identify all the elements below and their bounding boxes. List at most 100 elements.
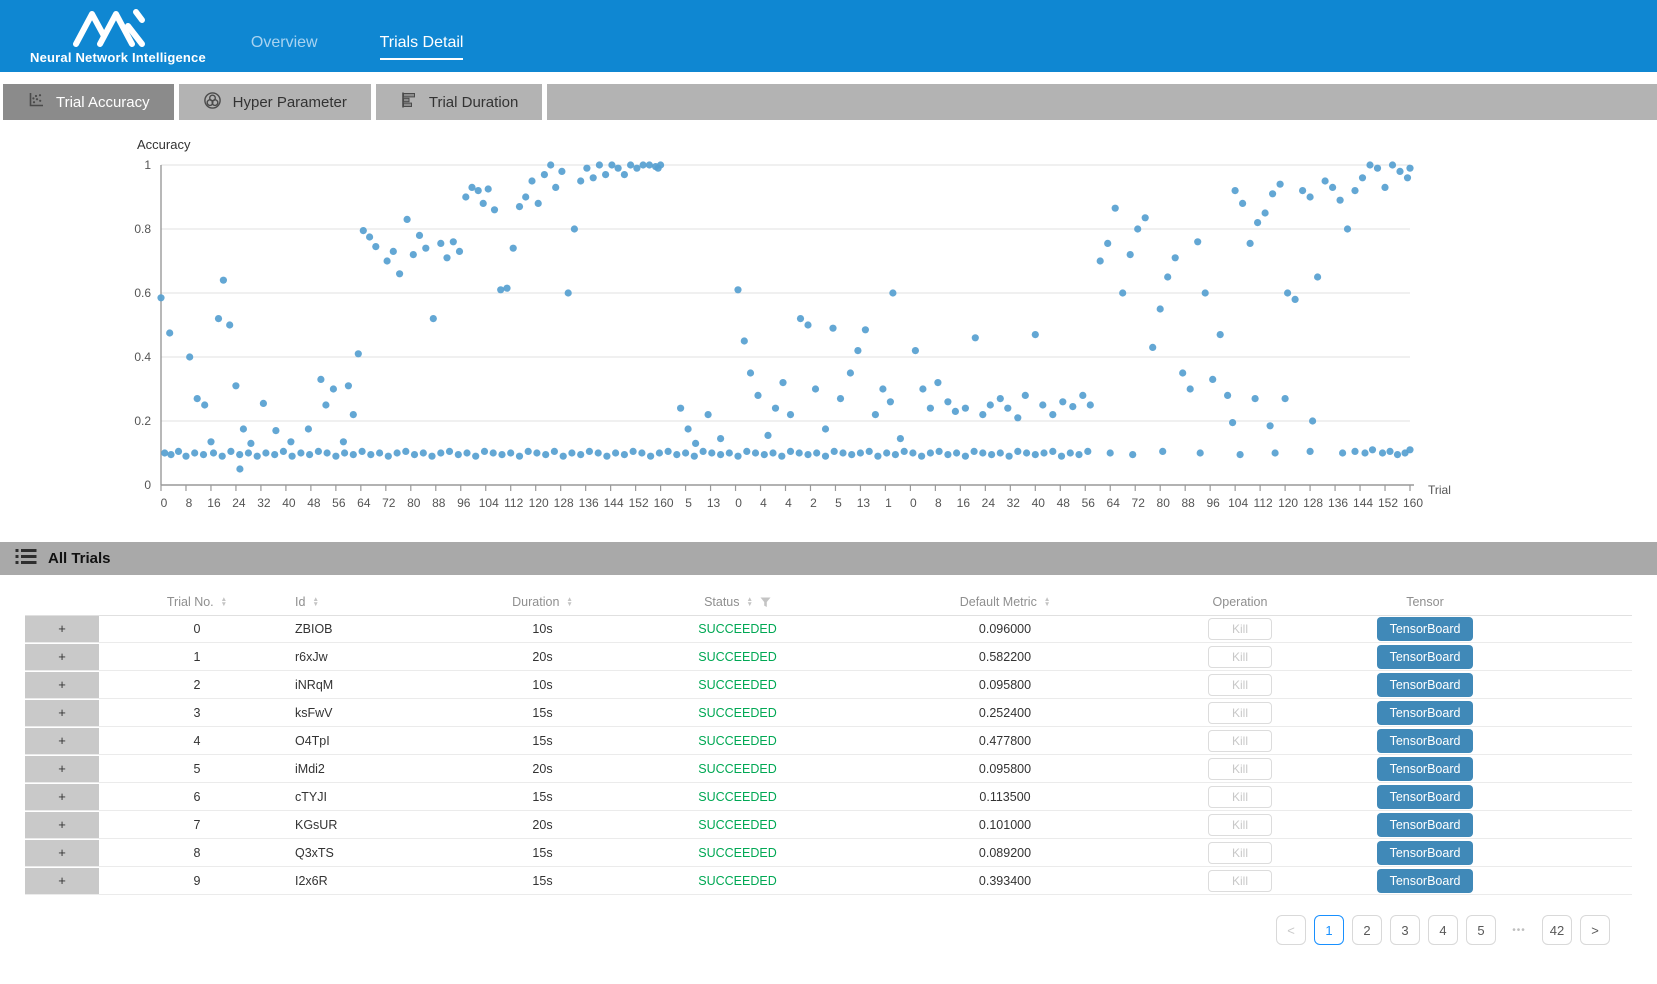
scatter-point[interactable] bbox=[1187, 385, 1194, 392]
scatter-point[interactable] bbox=[734, 453, 741, 460]
scatter-point[interactable] bbox=[1351, 448, 1358, 455]
scatter-point[interactable] bbox=[708, 449, 715, 456]
scatter-point[interactable] bbox=[305, 425, 312, 432]
scatter-point[interactable] bbox=[1014, 414, 1021, 421]
scatter-point[interactable] bbox=[1104, 240, 1111, 247]
scatter-point[interactable] bbox=[194, 395, 201, 402]
scatter-point[interactable] bbox=[1006, 453, 1013, 460]
scatter-point[interactable] bbox=[797, 315, 804, 322]
scatter-point[interactable] bbox=[1379, 449, 1386, 456]
scatter-point[interactable] bbox=[1157, 305, 1164, 312]
scatter-point[interactable] bbox=[560, 453, 567, 460]
scatter-point[interactable] bbox=[350, 451, 357, 458]
scatter-point[interactable] bbox=[831, 448, 838, 455]
scatter-point[interactable] bbox=[979, 449, 986, 456]
scatter-point[interactable] bbox=[396, 270, 403, 277]
scatter-point[interactable] bbox=[1374, 165, 1381, 172]
scatter-point[interactable] bbox=[646, 161, 653, 168]
scatter-point[interactable] bbox=[1232, 187, 1239, 194]
scatter-point[interactable] bbox=[430, 315, 437, 322]
scatter-point[interactable] bbox=[1284, 289, 1291, 296]
scatter-point[interactable] bbox=[1351, 187, 1358, 194]
scatter-point[interactable] bbox=[754, 392, 761, 399]
scatter-point[interactable] bbox=[608, 161, 615, 168]
kill-button[interactable]: Kill bbox=[1208, 814, 1272, 836]
tensorboard-button[interactable]: TensorBoard bbox=[1377, 645, 1473, 669]
scatter-point[interactable] bbox=[839, 449, 846, 456]
sort-icon[interactable]: ▲▼ bbox=[312, 597, 318, 607]
expand-row-button[interactable]: + bbox=[25, 644, 99, 670]
scatter-point[interactable] bbox=[1224, 392, 1231, 399]
scatter-point[interactable] bbox=[997, 449, 1004, 456]
scatter-point[interactable] bbox=[1359, 174, 1366, 181]
scatter-point[interactable] bbox=[503, 285, 510, 292]
scatter-point[interactable] bbox=[1366, 161, 1373, 168]
scatter-point[interactable] bbox=[446, 448, 453, 455]
scatter-point[interactable] bbox=[1369, 446, 1376, 453]
scatter-point[interactable] bbox=[1262, 209, 1269, 216]
scatter-point[interactable] bbox=[404, 216, 411, 223]
scatter-point[interactable] bbox=[287, 438, 294, 445]
scatter-point[interactable] bbox=[1058, 453, 1065, 460]
scatter-point[interactable] bbox=[691, 453, 698, 460]
scatter-point[interactable] bbox=[1337, 197, 1344, 204]
scatter-point[interactable] bbox=[743, 448, 750, 455]
scatter-point[interactable] bbox=[1272, 449, 1279, 456]
scatter-point[interactable] bbox=[571, 225, 578, 232]
scatter-point[interactable] bbox=[848, 451, 855, 458]
scatter-point[interactable] bbox=[717, 435, 724, 442]
scatter-point[interactable] bbox=[717, 451, 724, 458]
scatter-point[interactable] bbox=[410, 251, 417, 258]
tensorboard-button[interactable]: TensorBoard bbox=[1377, 729, 1473, 753]
scatter-point[interactable] bbox=[1267, 422, 1274, 429]
scatter-point[interactable] bbox=[232, 382, 239, 389]
expand-row-button[interactable]: + bbox=[25, 616, 99, 642]
scatter-point[interactable] bbox=[443, 254, 450, 261]
scatter-point[interactable] bbox=[402, 448, 409, 455]
scatter-point[interactable] bbox=[596, 161, 603, 168]
scatter-point[interactable] bbox=[1059, 398, 1066, 405]
scatter-point[interactable] bbox=[1119, 289, 1126, 296]
scatter-point[interactable] bbox=[306, 451, 313, 458]
scatter-point[interactable] bbox=[892, 451, 899, 458]
scatter-point[interactable] bbox=[927, 449, 934, 456]
scatter-point[interactable] bbox=[1239, 200, 1246, 207]
tab-overview[interactable]: Overview bbox=[251, 34, 318, 60]
scatter-point[interactable] bbox=[1277, 181, 1284, 188]
scatter-point[interactable] bbox=[1179, 369, 1186, 376]
scatter-point[interactable] bbox=[547, 161, 554, 168]
scatter-point[interactable] bbox=[289, 453, 296, 460]
scatter-point[interactable] bbox=[522, 193, 529, 200]
scatter-point[interactable] bbox=[822, 453, 829, 460]
kill-button[interactable]: Kill bbox=[1208, 618, 1272, 640]
scatter-point[interactable] bbox=[657, 161, 664, 168]
scatter-point[interactable] bbox=[1075, 451, 1082, 458]
scatter-point[interactable] bbox=[219, 453, 226, 460]
scatter-point[interactable] bbox=[918, 453, 925, 460]
scatter-point[interactable] bbox=[787, 411, 794, 418]
scatter-point[interactable] bbox=[987, 401, 994, 408]
scatter-point[interactable] bbox=[796, 449, 803, 456]
scatter-point[interactable] bbox=[595, 449, 602, 456]
kill-button[interactable]: Kill bbox=[1208, 702, 1272, 724]
scatter-point[interactable] bbox=[919, 385, 926, 392]
scatter-point[interactable] bbox=[359, 448, 366, 455]
scatter-point[interactable] bbox=[262, 449, 269, 456]
expand-row-button[interactable]: + bbox=[25, 812, 99, 838]
scatter-point[interactable] bbox=[1307, 448, 1314, 455]
scatter-point[interactable] bbox=[1164, 273, 1171, 280]
tensorboard-button[interactable]: TensorBoard bbox=[1377, 673, 1473, 697]
expand-row-button[interactable]: + bbox=[25, 728, 99, 754]
scatter-point[interactable] bbox=[535, 200, 542, 207]
scatter-point[interactable] bbox=[245, 449, 252, 456]
scatter-point[interactable] bbox=[1229, 419, 1236, 426]
scatter-point[interactable] bbox=[332, 453, 339, 460]
scatter-point[interactable] bbox=[271, 451, 278, 458]
scatter-point[interactable] bbox=[481, 448, 488, 455]
scatter-point[interactable] bbox=[640, 161, 647, 168]
scatter-point[interactable] bbox=[862, 326, 869, 333]
scatter-point[interactable] bbox=[692, 440, 699, 447]
scatter-point[interactable] bbox=[191, 449, 198, 456]
scatter-point[interactable] bbox=[1329, 184, 1336, 191]
scatter-point[interactable] bbox=[889, 289, 896, 296]
